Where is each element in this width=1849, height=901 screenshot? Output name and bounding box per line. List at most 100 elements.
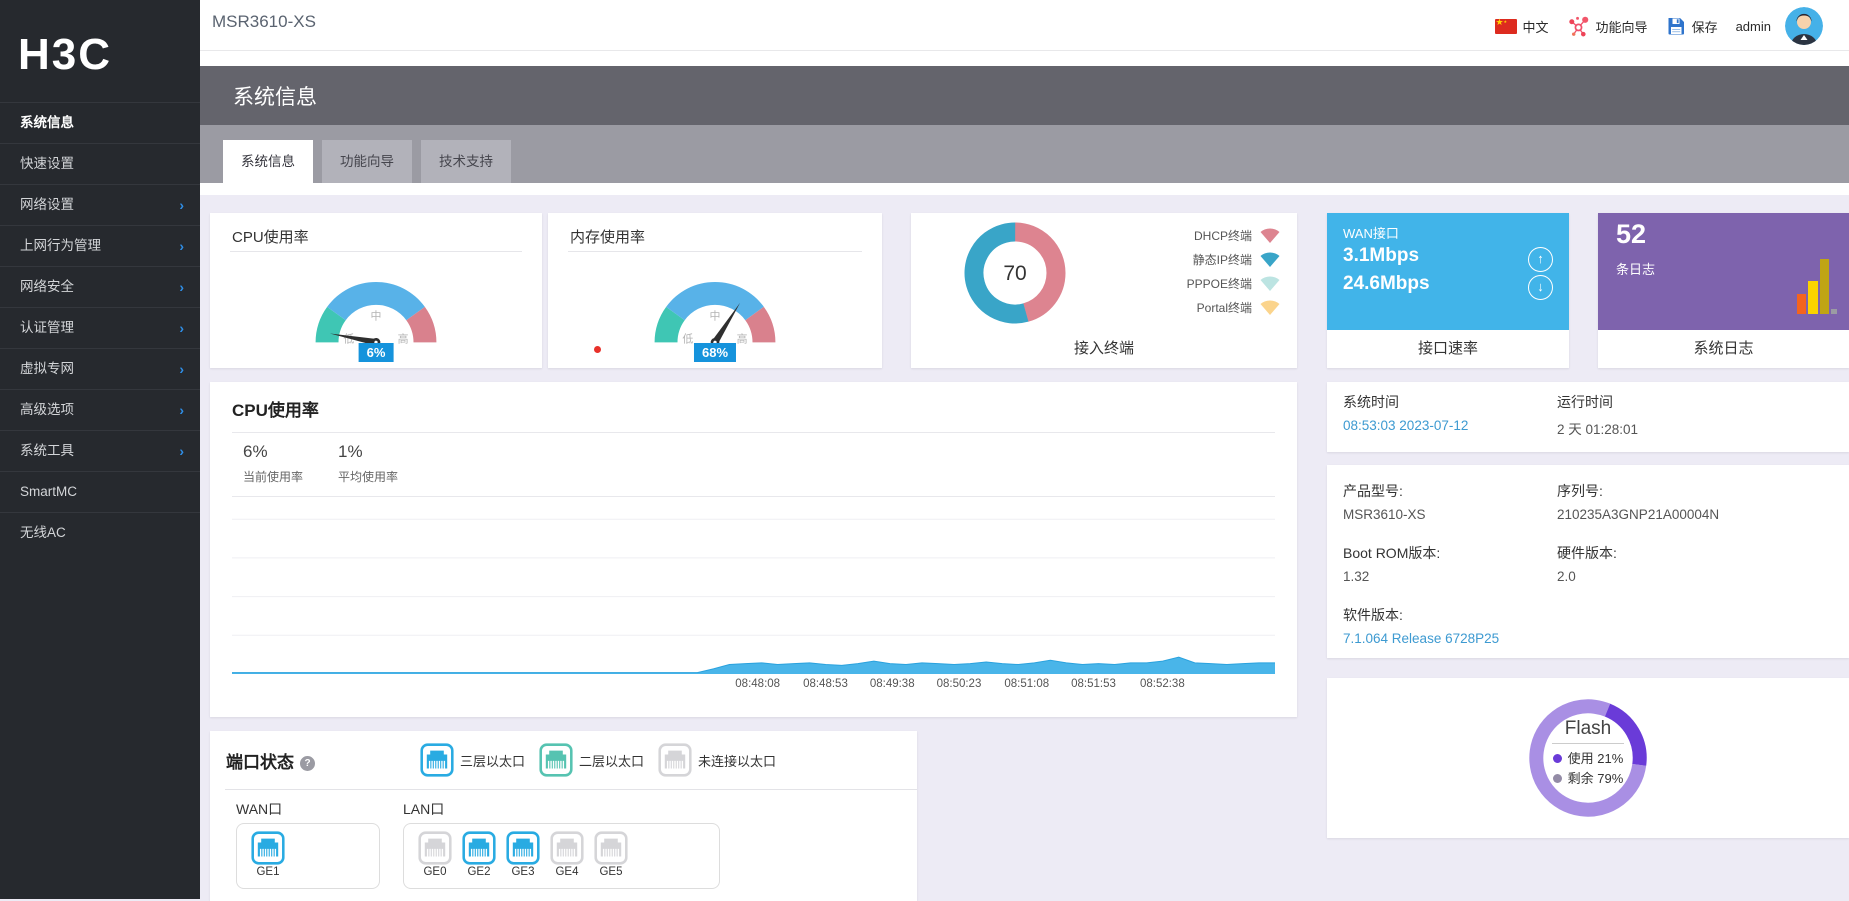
chevron-right-icon: › (179, 443, 184, 459)
wizard-button[interactable]: 功能向导 (1563, 15, 1652, 38)
flash-used-row: 使用 21% (1533, 749, 1643, 769)
sidebar-item-quick-setup[interactable]: 快速设置 (0, 143, 200, 184)
sidebar-menu: 系统信息 快速设置 网络设置 › 上网行为管理 › 网络安全 › 认证管理 › 虚拟专网… (0, 102, 200, 553)
port-ge4[interactable]: GE4 (549, 831, 585, 878)
sidebar-item-vpn[interactable]: 虚拟专网 › (0, 348, 200, 389)
ethernet-port-icon (420, 743, 454, 777)
tab-system-info[interactable]: 系统信息 (223, 140, 313, 183)
chevron-right-icon: › (179, 238, 184, 254)
fan-icon (1260, 228, 1280, 243)
legend-layer3: 三层以太口 (420, 743, 525, 777)
sidebar-item-wireless-ac[interactable]: 无线AC (0, 512, 200, 553)
svg-text:中: 中 (371, 309, 382, 322)
sidebar-item-behavior-mgmt[interactable]: 上网行为管理 › (0, 225, 200, 266)
ethernet-port-icon (506, 831, 540, 865)
cpu-history-plot (232, 502, 1275, 674)
ports-legend: 三层以太口 二层以太口 未连接以太口 (420, 743, 776, 777)
hardware-version-value: 2.0 (1557, 569, 1576, 584)
terminals-donut-chart: 70 (964, 222, 1066, 324)
wizard-label: 功能向导 (1595, 19, 1648, 35)
sidebar-item-advanced[interactable]: 高级选项 › (0, 389, 200, 430)
hardware-version-label: 硬件版本: (1557, 545, 1617, 561)
ethernet-port-icon (594, 831, 628, 865)
help-icon[interactable]: ? (300, 756, 315, 771)
cpu-current-label: 当前使用率 (243, 470, 304, 484)
uptime-value: 2 天 01:28:01 (1557, 422, 1639, 437)
legend-item-dhcp: DHCP终端 (1187, 223, 1283, 247)
sidebar-item-system-info[interactable]: 系统信息 (0, 102, 200, 143)
syslog-footer-label: 系统日志 (1598, 330, 1849, 368)
memory-usage-badge: 68% (693, 343, 737, 362)
ethernet-port-icon (658, 743, 692, 777)
divider (225, 789, 917, 790)
device-title: MSR3610-XS (212, 12, 316, 31)
wan-footer-label: 接口速率 (1327, 330, 1569, 368)
tab-tech-support[interactable]: 技术支持 (421, 140, 511, 183)
x-tick: 08:52:38 (1139, 678, 1185, 690)
sidebar-item-smartmc[interactable]: SmartMC (0, 471, 200, 512)
log-count: 52 (1616, 219, 1647, 249)
cpu-average-stat: 1% 平均使用率 (338, 442, 398, 485)
chevron-right-icon: › (179, 361, 184, 377)
port-ge5[interactable]: GE5 (593, 831, 629, 878)
card-title: CPU使用率 (232, 229, 309, 246)
cpu-average-label: 平均使用率 (338, 470, 399, 484)
port-status-title: 端口状态? (226, 748, 315, 773)
tab-bar: 系统信息 功能向导 技术支持 (200, 125, 1849, 183)
syslog-card[interactable]: 52 条日志 系统日志 (1598, 213, 1849, 368)
sidebar: H3C 系统信息 快速设置 网络设置 › 上网行为管理 › 网络安全 › 认证管理 › … (0, 0, 200, 899)
x-tick: 08:51:53 (1071, 678, 1116, 690)
sidebar-item-network-settings[interactable]: 网络设置 › (0, 184, 200, 225)
topbar-divider (200, 50, 1849, 51)
sidebar-item-network-security[interactable]: 网络安全 › (0, 266, 200, 307)
legend-item-portal: Portal终端 (1187, 295, 1283, 319)
product-model-label: 产品型号: (1343, 483, 1403, 499)
save-button[interactable]: 保存 (1662, 16, 1722, 36)
language-switch[interactable]: ★ ★ 中文 (1491, 17, 1553, 36)
sidebar-item-auth-mgmt[interactable]: 认证管理 › (0, 307, 200, 348)
wan-group-label: WAN口 (236, 801, 283, 817)
flash-title: Flash (1564, 718, 1612, 739)
port-ge3[interactable]: GE3 (505, 831, 541, 878)
chevron-right-icon: › (179, 402, 184, 418)
divider (230, 251, 522, 252)
flash-card: Flash 使用 21% 剩余 79% (1327, 678, 1849, 838)
wan-download-rate: 24.6Mbps (1343, 273, 1430, 294)
tab-content-strip (200, 183, 1849, 195)
username[interactable]: admin (1732, 19, 1775, 34)
x-tick: 08:49:38 (869, 678, 915, 690)
upload-arrow-icon: ↑ (1528, 247, 1553, 272)
ethernet-port-icon (539, 743, 573, 777)
port-ge0[interactable]: GE0 (417, 831, 453, 878)
svg-text:70: 70 (1003, 262, 1026, 285)
wan-upload-rate: 3.1Mbps (1343, 245, 1420, 266)
bootrom-version-value: 1.32 (1343, 569, 1370, 584)
topbar: MSR3610-XS ★ ★ 中文 功能向导 保存 admin (200, 0, 1849, 66)
legend-disconnected: 未连接以太口 (658, 743, 776, 777)
chart-title: CPU使用率 (232, 401, 319, 420)
terminals-legend: DHCP终端 静态IP终端 PPPOE终端 Portal终端 (1187, 223, 1283, 319)
serial-number-label: 序列号: (1557, 483, 1603, 499)
cpu-gauge-card: CPU使用率 低 中 高 6% (210, 213, 542, 368)
bar-chart-icon (1797, 259, 1837, 314)
tab-wizard[interactable]: 功能向导 (322, 140, 412, 183)
sidebar-item-system-tools[interactable]: 系统工具 › (0, 430, 200, 471)
software-version-label: 软件版本: (1343, 607, 1403, 623)
legend-item-pppoe: PPPOE终端 (1187, 271, 1283, 295)
china-flag-icon: ★ ★ (1494, 17, 1517, 34)
bootrom-version-label: Boot ROM版本: (1343, 545, 1441, 561)
free-dot-icon (1552, 774, 1562, 783)
port-ge2[interactable]: GE2 (461, 831, 497, 878)
cpu-average-value: 1% (338, 442, 363, 461)
port-ge1[interactable]: GE1 (250, 831, 286, 878)
page-header: 系统信息 (200, 66, 1849, 125)
h3c-logo: H3C (18, 30, 113, 79)
network-wizard-icon (1568, 16, 1588, 36)
x-tick: 08:48:53 (803, 678, 848, 690)
download-arrow-icon: ↓ (1528, 275, 1553, 300)
cursor-dot (594, 346, 601, 353)
user-avatar[interactable] (1785, 7, 1823, 45)
legend-layer2: 二层以太口 (539, 743, 644, 777)
language-label: 中文 (1522, 19, 1549, 35)
wan-card[interactable]: WAN接口 3.1Mbps 24.6Mbps ↑ ↓ 接口速率 (1327, 213, 1569, 368)
